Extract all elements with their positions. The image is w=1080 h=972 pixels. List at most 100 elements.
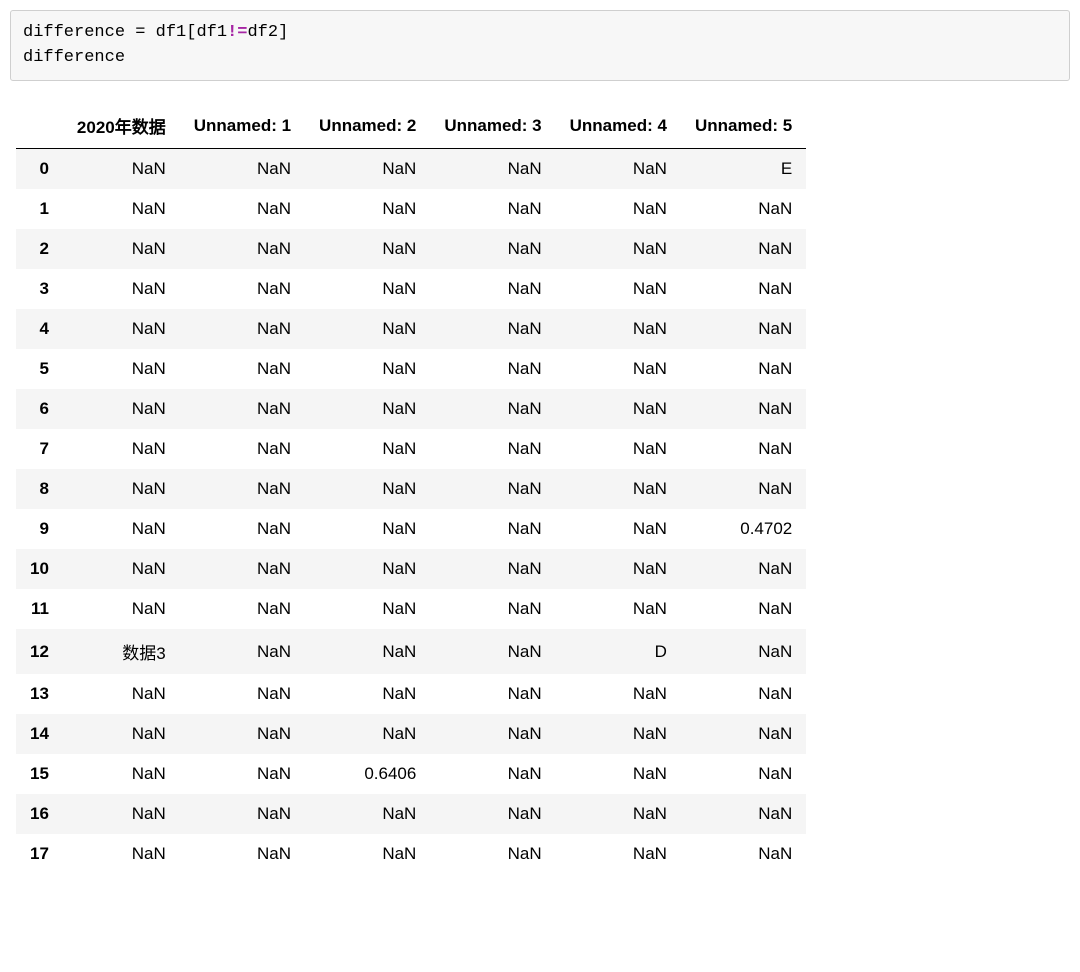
cell: NaN — [556, 309, 681, 349]
cell: NaN — [430, 549, 555, 589]
cell: NaN — [681, 269, 806, 309]
cell: NaN — [305, 629, 430, 674]
cell: NaN — [180, 189, 305, 229]
cell: NaN — [305, 229, 430, 269]
row-index: 8 — [16, 469, 63, 509]
cell: NaN — [63, 794, 180, 834]
cell: NaN — [556, 674, 681, 714]
cell: NaN — [681, 349, 806, 389]
cell: NaN — [681, 429, 806, 469]
index-corner — [16, 103, 63, 149]
col-header: Unnamed: 5 — [681, 103, 806, 149]
cell: NaN — [180, 629, 305, 674]
cell: NaN — [180, 674, 305, 714]
cell: NaN — [681, 714, 806, 754]
table-row: 15NaNNaN0.6406NaNNaNNaN — [16, 754, 806, 794]
row-index: 11 — [16, 589, 63, 629]
cell: NaN — [556, 189, 681, 229]
row-index: 4 — [16, 309, 63, 349]
cell: 0.6406 — [305, 754, 430, 794]
cell: NaN — [430, 429, 555, 469]
cell: 0.4702 — [681, 509, 806, 549]
table-row: 3NaNNaNNaNNaNNaNNaN — [16, 269, 806, 309]
row-index: 2 — [16, 229, 63, 269]
cell: NaN — [180, 149, 305, 190]
row-index: 9 — [16, 509, 63, 549]
cell: NaN — [430, 149, 555, 190]
cell: NaN — [63, 269, 180, 309]
table-row: 13NaNNaNNaNNaNNaNNaN — [16, 674, 806, 714]
cell: NaN — [180, 794, 305, 834]
col-header: Unnamed: 1 — [180, 103, 305, 149]
cell: NaN — [430, 189, 555, 229]
cell: NaN — [305, 309, 430, 349]
cell: NaN — [305, 794, 430, 834]
code-cell[interactable]: difference = df1[df1!=df2] difference — [10, 10, 1070, 81]
cell: NaN — [430, 794, 555, 834]
cell: NaN — [63, 389, 180, 429]
table-row: 8NaNNaNNaNNaNNaNNaN — [16, 469, 806, 509]
cell: NaN — [556, 754, 681, 794]
cell: NaN — [556, 834, 681, 874]
table-row: 2NaNNaNNaNNaNNaNNaN — [16, 229, 806, 269]
col-header: Unnamed: 3 — [430, 103, 555, 149]
cell: NaN — [305, 389, 430, 429]
cell: NaN — [305, 189, 430, 229]
cell: NaN — [430, 674, 555, 714]
cell: NaN — [63, 754, 180, 794]
cell: NaN — [180, 349, 305, 389]
cell: NaN — [556, 429, 681, 469]
cell: NaN — [63, 549, 180, 589]
row-index: 1 — [16, 189, 63, 229]
table-row: 16NaNNaNNaNNaNNaNNaN — [16, 794, 806, 834]
row-index: 15 — [16, 754, 63, 794]
cell: NaN — [430, 834, 555, 874]
cell: NaN — [305, 469, 430, 509]
cell: NaN — [430, 589, 555, 629]
table-row: 6NaNNaNNaNNaNNaNNaN — [16, 389, 806, 429]
cell: NaN — [430, 389, 555, 429]
table-row: 9NaNNaNNaNNaNNaN0.4702 — [16, 509, 806, 549]
table-row: 7NaNNaNNaNNaNNaNNaN — [16, 429, 806, 469]
cell: NaN — [556, 509, 681, 549]
code-token: df2 — [247, 23, 278, 42]
cell: NaN — [556, 714, 681, 754]
table-row: 5NaNNaNNaNNaNNaNNaN — [16, 349, 806, 389]
cell: NaN — [556, 269, 681, 309]
cell: NaN — [430, 309, 555, 349]
cell: NaN — [556, 349, 681, 389]
row-index: 3 — [16, 269, 63, 309]
header-row: 2020年数据 Unnamed: 1 Unnamed: 2 Unnamed: 3… — [16, 103, 806, 149]
cell: D — [556, 629, 681, 674]
code-token: ] — [278, 23, 288, 42]
cell: NaN — [681, 469, 806, 509]
row-index: 10 — [16, 549, 63, 589]
row-index: 12 — [16, 629, 63, 674]
cell: NaN — [305, 509, 430, 549]
cell: NaN — [180, 714, 305, 754]
cell: NaN — [180, 834, 305, 874]
cell: NaN — [180, 269, 305, 309]
table-row: 11NaNNaNNaNNaNNaNNaN — [16, 589, 806, 629]
cell: NaN — [305, 674, 430, 714]
cell: NaN — [63, 229, 180, 269]
code-token: [ — [186, 23, 196, 42]
row-index: 13 — [16, 674, 63, 714]
cell: NaN — [305, 589, 430, 629]
cell: NaN — [430, 754, 555, 794]
cell: 数据3 — [63, 629, 180, 674]
code-token: difference — [23, 23, 125, 42]
cell: NaN — [556, 589, 681, 629]
code-token: != — [227, 23, 247, 42]
dataframe-table: 2020年数据 Unnamed: 1 Unnamed: 2 Unnamed: 3… — [16, 103, 806, 874]
cell: NaN — [63, 834, 180, 874]
cell: NaN — [681, 309, 806, 349]
cell: NaN — [180, 309, 305, 349]
cell: NaN — [180, 389, 305, 429]
table-row: 12数据3NaNNaNNaNDNaN — [16, 629, 806, 674]
cell: NaN — [556, 389, 681, 429]
cell: NaN — [63, 714, 180, 754]
cell: E — [681, 149, 806, 190]
cell: NaN — [180, 754, 305, 794]
table-row: 4NaNNaNNaNNaNNaNNaN — [16, 309, 806, 349]
